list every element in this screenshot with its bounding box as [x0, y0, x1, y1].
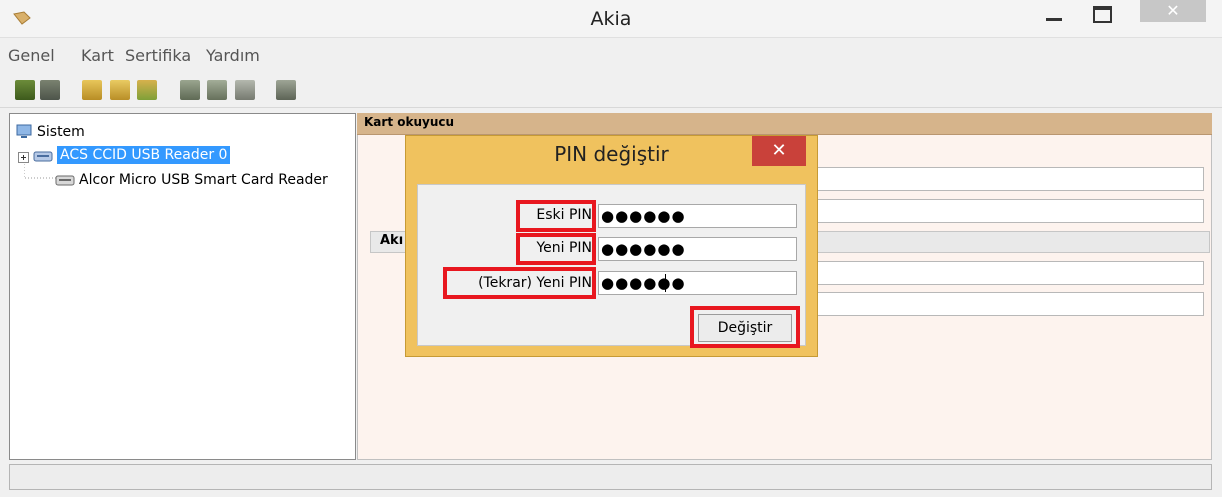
- new-pin-input[interactable]: ●●●●●●: [598, 237, 797, 261]
- text-cursor: [665, 274, 666, 292]
- info-field-3[interactable]: [812, 261, 1204, 285]
- signature-icon[interactable]: [207, 80, 227, 100]
- card-reader-icon: [55, 175, 75, 186]
- close-button[interactable]: ✕: [1140, 0, 1206, 22]
- logout-icon[interactable]: [40, 80, 60, 100]
- tree-item-acs-reader[interactable]: ACS CCID USB Reader 0: [57, 146, 231, 164]
- minimize-button[interactable]: [1040, 4, 1068, 30]
- menu-genel[interactable]: Genel: [8, 46, 55, 65]
- toolbar: [0, 74, 1222, 108]
- highlight-confirm-pin: [443, 267, 596, 299]
- tree-root-sistem[interactable]: Sistem: [37, 124, 85, 140]
- dialog-close-button[interactable]: ✕: [752, 136, 806, 166]
- info-field-2[interactable]: [812, 199, 1204, 223]
- document-icon[interactable]: [235, 80, 255, 100]
- unlock-icon[interactable]: [110, 80, 130, 100]
- menu-bar: Genel Kart Sertifika Yardım: [0, 41, 1222, 71]
- login-icon[interactable]: [15, 80, 35, 100]
- section-label: Akı: [380, 233, 404, 248]
- reader-tree: Sistem ACS CCID USB Reader 0 Alcor Micro…: [9, 113, 356, 460]
- highlight-new-pin: [516, 233, 596, 265]
- computer-icon: [16, 124, 32, 138]
- certificate-icon[interactable]: [180, 80, 200, 100]
- info-field-4[interactable]: [812, 292, 1204, 316]
- expand-icon[interactable]: [18, 152, 30, 164]
- status-bar: [9, 464, 1212, 490]
- maximize-button[interactable]: [1088, 4, 1118, 30]
- panel-header-label: Kart okuyucu: [364, 115, 455, 129]
- panel-header: [357, 113, 1212, 135]
- window-title: Akia: [590, 8, 632, 30]
- menu-kart[interactable]: Kart: [81, 46, 114, 65]
- tree-item-alcor-reader[interactable]: Alcor Micro USB Smart Card Reader: [79, 172, 355, 188]
- grid-icon[interactable]: [276, 80, 296, 100]
- info-field-1[interactable]: [812, 167, 1204, 191]
- card-reader-icon: [33, 151, 53, 162]
- menu-sertifika[interactable]: Sertifika: [125, 46, 191, 65]
- confirm-pin-input[interactable]: ●●●●●●: [598, 271, 797, 295]
- old-pin-input[interactable]: ●●●●●●: [598, 204, 797, 228]
- lock-arrow-icon[interactable]: [137, 80, 157, 100]
- lock-icon[interactable]: [82, 80, 102, 100]
- highlight-old-pin: [516, 200, 596, 232]
- highlight-change-button: [690, 306, 800, 348]
- menu-yardim[interactable]: Yardım: [206, 46, 260, 65]
